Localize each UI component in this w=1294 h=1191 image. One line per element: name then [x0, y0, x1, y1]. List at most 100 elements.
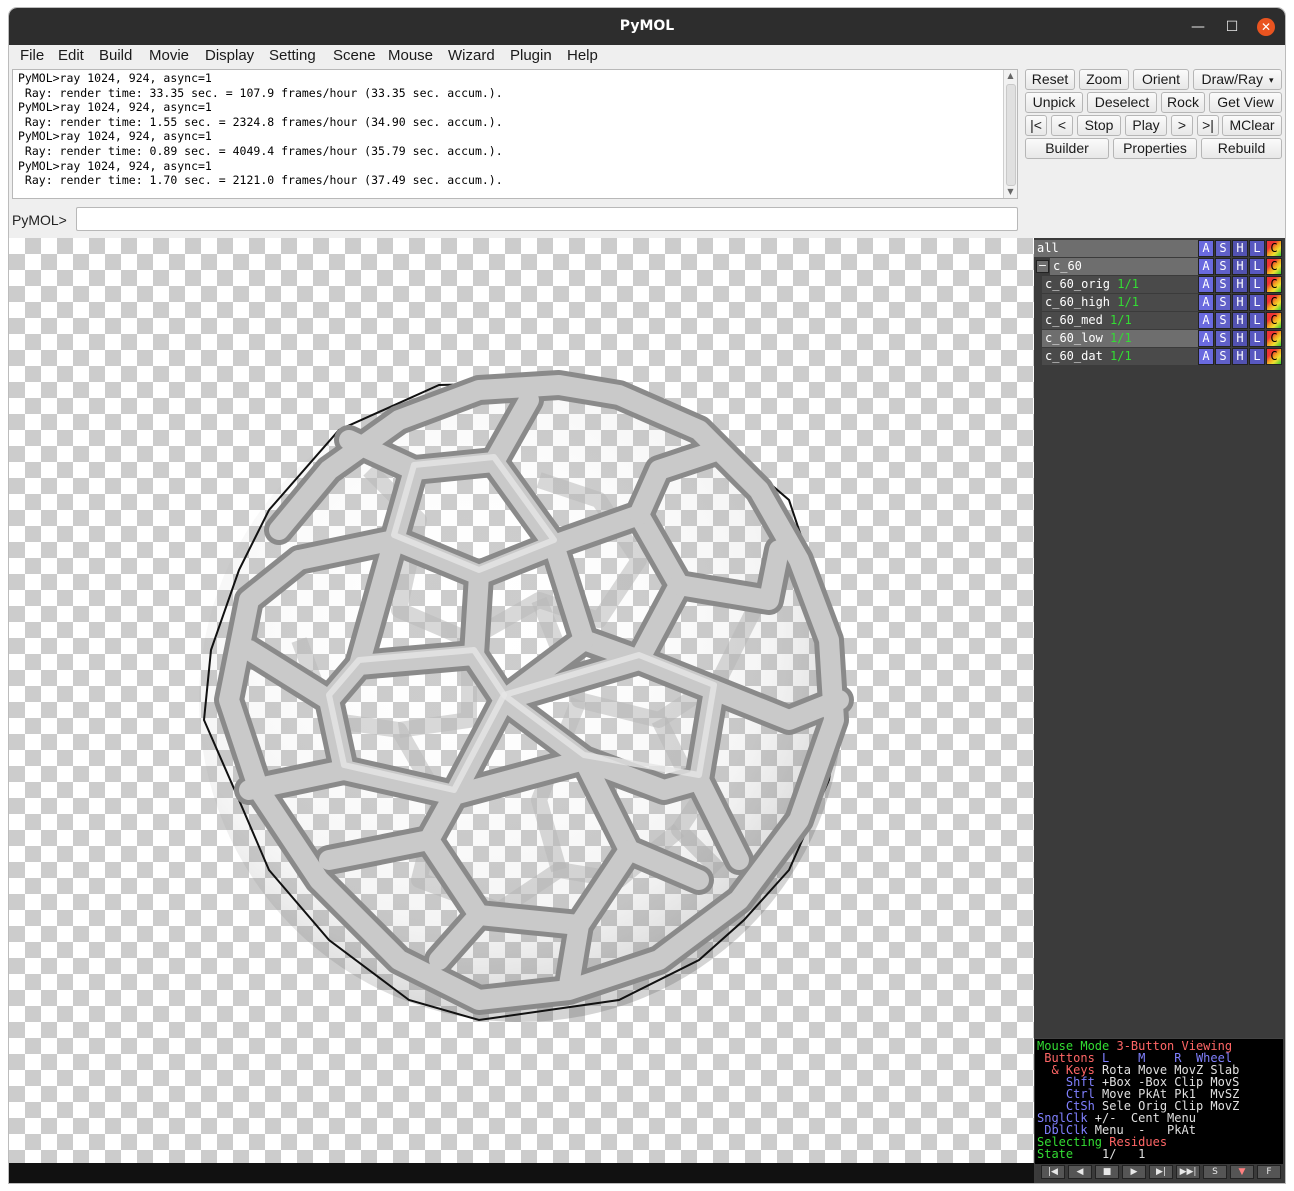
menu-build[interactable]: Build — [99, 47, 132, 64]
menu-help[interactable]: Help — [567, 47, 598, 64]
object-name[interactable]: c_60_dat 1/1 — [1042, 348, 1198, 365]
action-button[interactable]: A — [1198, 276, 1214, 293]
color-button[interactable]: C — [1266, 348, 1282, 365]
show-button[interactable]: S — [1215, 330, 1231, 347]
close-icon[interactable]: ✕ — [1257, 18, 1275, 36]
hide-button[interactable]: H — [1232, 276, 1248, 293]
action-button[interactable]: A — [1198, 240, 1214, 257]
menu-mouse[interactable]: Mouse — [388, 47, 433, 64]
deselect-button[interactable]: Deselect — [1087, 92, 1157, 113]
object-row[interactable]: c_60_high 1/1 A S H L C — [1034, 294, 1285, 311]
scroll-down-icon[interactable]: ▼ — [1004, 186, 1017, 198]
menu-file[interactable]: File — [20, 47, 44, 64]
next-frame-button[interactable]: > — [1171, 115, 1193, 136]
get-view-button[interactable]: Get View — [1209, 92, 1282, 113]
menu-plugin[interactable]: Plugin — [510, 47, 552, 64]
color-button[interactable]: C — [1266, 330, 1282, 347]
dropdown-icon[interactable]: ▼ — [1230, 1165, 1254, 1179]
menu-movie[interactable]: Movie — [149, 47, 189, 64]
color-button[interactable]: C — [1266, 258, 1282, 275]
scroll-thumb[interactable] — [1006, 84, 1016, 186]
hide-button[interactable]: H — [1232, 330, 1248, 347]
object-row[interactable]: c_60_dat 1/1 A S H L C — [1034, 348, 1285, 365]
viewport-3d[interactable] — [9, 238, 1034, 1163]
zoom-button[interactable]: Zoom — [1079, 69, 1129, 90]
label-button[interactable]: L — [1249, 258, 1265, 275]
show-button[interactable]: S — [1215, 348, 1231, 365]
show-button[interactable]: S — [1215, 258, 1231, 275]
object-name-c60[interactable]: c_60 — [1050, 258, 1198, 275]
play-icon[interactable]: ▶ — [1122, 1165, 1146, 1179]
hide-button[interactable]: H — [1232, 348, 1248, 365]
show-button[interactable]: S — [1215, 312, 1231, 329]
action-button[interactable]: A — [1198, 294, 1214, 311]
first-frame-button[interactable]: |< — [1025, 115, 1047, 136]
hide-button[interactable]: H — [1232, 240, 1248, 257]
orient-button[interactable]: Orient — [1133, 69, 1189, 90]
menu-display[interactable]: Display — [205, 47, 254, 64]
action-button[interactable]: A — [1198, 330, 1214, 347]
color-button[interactable]: C — [1266, 312, 1282, 329]
unpick-button[interactable]: Unpick — [1025, 92, 1083, 113]
object-row[interactable]: c_60_low 1/1 A S H L C — [1034, 330, 1285, 347]
object-name[interactable]: c_60_high 1/1 — [1042, 294, 1198, 311]
label-button[interactable]: L — [1249, 348, 1265, 365]
object-row-group[interactable]: − c_60 A S H L C — [1034, 258, 1285, 275]
collapse-group-icon[interactable]: − — [1036, 260, 1049, 273]
object-row[interactable]: c_60_med 1/1 A S H L C — [1034, 312, 1285, 329]
hide-button[interactable]: H — [1232, 312, 1248, 329]
action-button[interactable]: A — [1198, 258, 1214, 275]
hide-button[interactable]: H — [1232, 294, 1248, 311]
stop-button[interactable]: Stop — [1077, 115, 1121, 136]
show-button[interactable]: S — [1215, 276, 1231, 293]
scene-icon[interactable]: S — [1203, 1165, 1227, 1179]
console-output[interactable]: PyMOL>ray 1024, 924, async=1 Ray: render… — [12, 69, 1018, 199]
show-button[interactable]: S — [1215, 294, 1231, 311]
step-back-icon[interactable]: ◀ — [1068, 1165, 1092, 1179]
color-button[interactable]: C — [1266, 294, 1282, 311]
hide-button[interactable]: H — [1232, 258, 1248, 275]
object-name[interactable]: c_60_orig 1/1 — [1042, 276, 1198, 293]
maximize-icon[interactable]: ☐ — [1223, 18, 1241, 36]
draw-ray-button[interactable]: Draw/Ray ▾ — [1193, 69, 1282, 90]
mclear-button[interactable]: MClear — [1222, 115, 1282, 136]
rewind-icon[interactable]: |◀ — [1041, 1165, 1065, 1179]
movie-controls: |◀ ◀ ■ ▶ ▶| ▶▶| S ▼ F — [1037, 1164, 1283, 1180]
rebuild-button[interactable]: Rebuild — [1201, 138, 1282, 159]
mouse-mode-panel[interactable]: Mouse Mode 3-Button Viewing Buttons L M … — [1035, 1038, 1283, 1164]
last-frame-button[interactable]: >| — [1197, 115, 1219, 136]
play-button[interactable]: Play — [1125, 115, 1167, 136]
object-name[interactable]: c_60_low 1/1 — [1042, 330, 1198, 347]
prev-frame-button[interactable]: < — [1051, 115, 1073, 136]
rock-button[interactable]: Rock — [1161, 92, 1205, 113]
label-button[interactable]: L — [1249, 312, 1265, 329]
label-button[interactable]: L — [1249, 240, 1265, 257]
color-button[interactable]: C — [1266, 276, 1282, 293]
object-row-all[interactable]: all A S H L C — [1034, 240, 1285, 257]
action-button[interactable]: A — [1198, 348, 1214, 365]
reset-button[interactable]: Reset — [1025, 69, 1075, 90]
stop-icon[interactable]: ■ — [1095, 1165, 1119, 1179]
object-name-all[interactable]: all — [1034, 240, 1198, 257]
menu-wizard[interactable]: Wizard — [448, 47, 495, 64]
menu-setting[interactable]: Setting — [269, 47, 316, 64]
menu-scene[interactable]: Scene — [333, 47, 376, 64]
console-scrollbar[interactable]: ▲ ▼ — [1003, 70, 1017, 198]
step-forward-icon[interactable]: ▶| — [1149, 1165, 1173, 1179]
minimize-icon[interactable]: — — [1189, 18, 1207, 36]
scroll-up-icon[interactable]: ▲ — [1004, 70, 1017, 82]
command-input[interactable] — [76, 207, 1018, 231]
properties-button[interactable]: Properties — [1113, 138, 1197, 159]
label-button[interactable]: L — [1249, 294, 1265, 311]
menu-edit[interactable]: Edit — [58, 47, 84, 64]
show-button[interactable]: S — [1215, 240, 1231, 257]
fast-forward-icon[interactable]: ▶▶| — [1176, 1165, 1200, 1179]
label-button[interactable]: L — [1249, 276, 1265, 293]
object-row[interactable]: c_60_orig 1/1 A S H L C — [1034, 276, 1285, 293]
object-name[interactable]: c_60_med 1/1 — [1042, 312, 1198, 329]
fullscreen-icon[interactable]: F — [1257, 1165, 1281, 1179]
color-button[interactable]: C — [1266, 240, 1282, 257]
action-button[interactable]: A — [1198, 312, 1214, 329]
builder-button[interactable]: Builder — [1025, 138, 1109, 159]
label-button[interactable]: L — [1249, 330, 1265, 347]
